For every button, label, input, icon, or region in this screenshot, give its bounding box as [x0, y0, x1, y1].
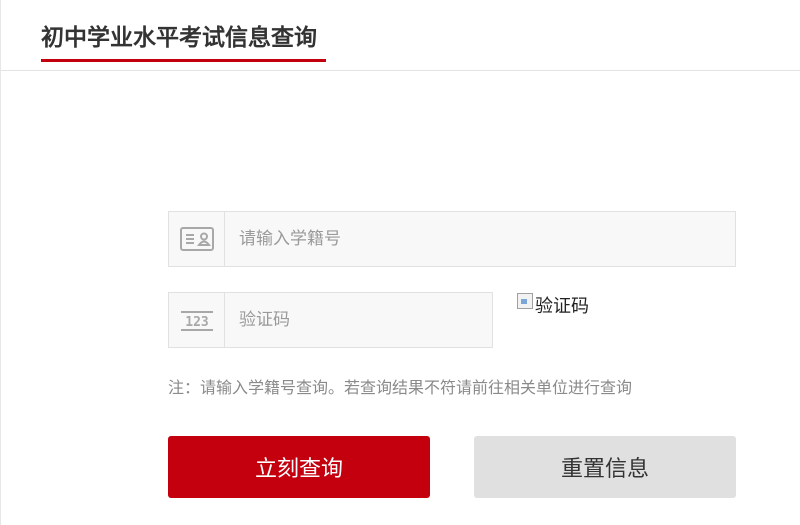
svg-text:123: 123: [185, 315, 208, 330]
query-button[interactable]: 立刻查询: [168, 436, 430, 498]
number-123-icon: 123: [169, 293, 225, 347]
student-id-input[interactable]: [225, 212, 735, 266]
captcha-input[interactable]: [225, 293, 492, 347]
captcha-field: 123: [168, 292, 493, 348]
query-note: 注：请输入学籍号查询。若查询结果不符请前往相关单位进行查询: [168, 378, 633, 397]
broken-image-icon: [517, 293, 533, 309]
page-header: 初中学业水平考试信息查询: [1, 0, 800, 71]
captcha-image-alt: 验证码: [535, 296, 589, 317]
page-title: 初中学业水平考试信息查询: [41, 25, 317, 51]
query-page: 初中学业水平考试信息查询 123 验证码: [0, 0, 800, 525]
title-underline: [41, 59, 326, 62]
reset-button[interactable]: 重置信息: [474, 436, 736, 498]
captcha-image[interactable]: 验证码: [517, 292, 589, 318]
id-card-icon: [169, 212, 225, 266]
student-id-field: [168, 211, 736, 267]
